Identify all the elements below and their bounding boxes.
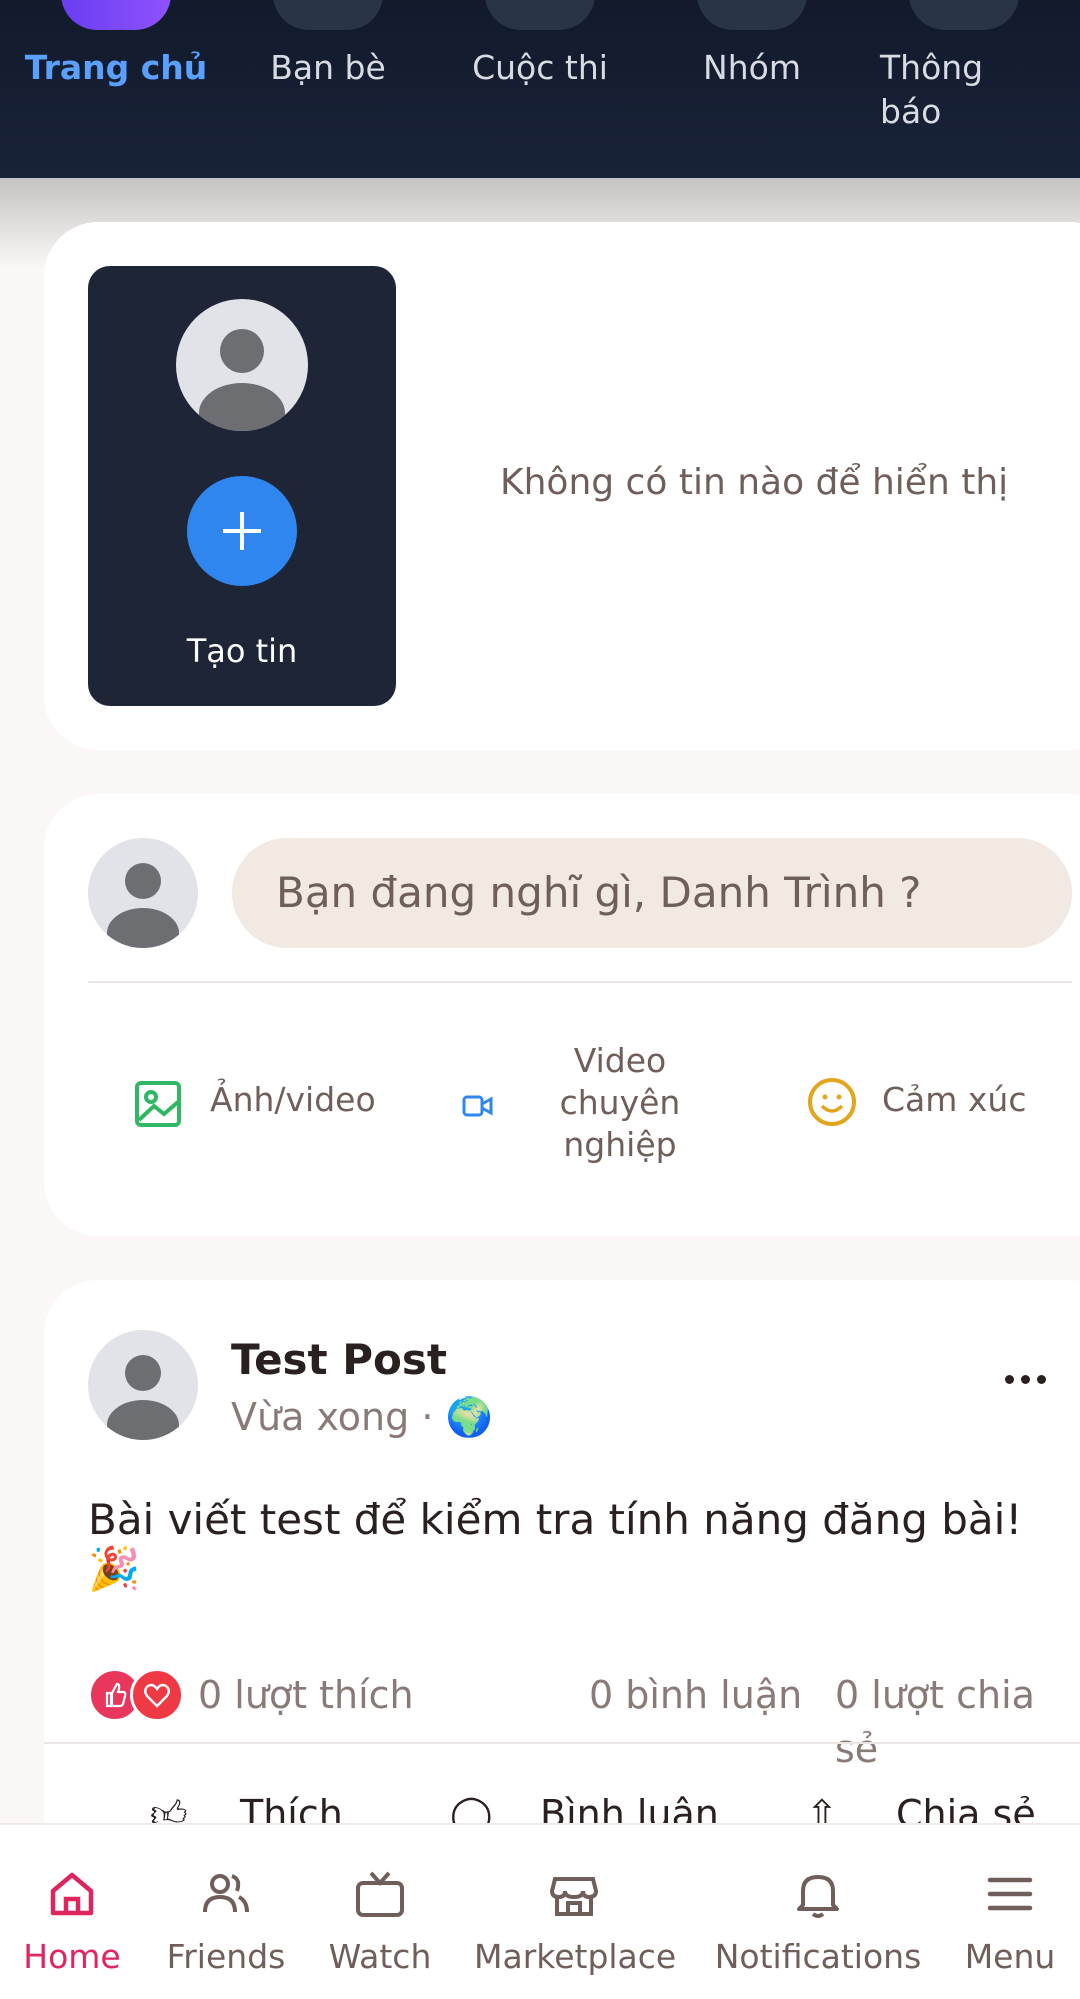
love-reaction-icon <box>130 1668 184 1722</box>
smiley-icon <box>808 1078 856 1126</box>
action-label: Ảnh/video <box>210 1080 376 1119</box>
meta-separator: · <box>421 1395 434 1439</box>
avatar[interactable] <box>88 838 198 948</box>
create-story-label: Tạo tin <box>186 632 298 670</box>
bottom-nav-marketplace[interactable]: Marketplace <box>474 1825 677 1999</box>
divider <box>88 981 1072 983</box>
like-count: 0 lượt thích <box>198 1673 414 1717</box>
divider <box>44 1742 1080 1744</box>
store-icon <box>549 1877 599 1916</box>
top-navigation: Trang chủ Bạn bè Cuộc thi Nhóm Thông báo <box>0 0 1080 178</box>
top-nav-label: Bạn bè <box>270 48 386 87</box>
hamburger-icon <box>987 1877 1033 1911</box>
tv-icon <box>356 1871 404 1917</box>
more-options-icon[interactable] <box>1005 1373 1055 1387</box>
bottom-nav-label: Watch <box>328 1937 432 1976</box>
reaction-summary[interactable] <box>88 1668 188 1722</box>
trophy-icon <box>485 0 595 30</box>
bottom-navigation: Home Friends Watch Marketplace Notificat… <box>0 1823 1080 1999</box>
comment-count[interactable]: 0 bình luận <box>589 1668 802 1722</box>
groups-icon <box>697 0 807 30</box>
top-nav-label: Cuộc thi <box>472 48 608 87</box>
pro-video-button[interactable]: Video chuyên nghiệp <box>460 1040 750 1170</box>
home-icon <box>61 0 171 30</box>
bottom-nav-menu[interactable]: Menu <box>950 1825 1070 1999</box>
bottom-nav-home[interactable]: Home <box>0 1825 144 1999</box>
avatar <box>176 299 308 431</box>
bottom-nav-label: Menu <box>964 1937 1056 1976</box>
bottom-nav-label: Friends <box>166 1937 286 1976</box>
top-nav-label: Nhóm <box>703 48 801 87</box>
post-meta: Vừa xong · 🌍 <box>231 1395 493 1440</box>
post-author[interactable]: Test Post <box>231 1335 447 1384</box>
post-time: Vừa xong <box>231 1395 410 1439</box>
bottom-nav-notifications[interactable]: Notifications <box>712 1825 924 1999</box>
home-icon <box>50 1872 94 1916</box>
bell-icon <box>909 0 1019 30</box>
post-body: Bài viết test để kiểm tra tính năng đăng… <box>88 1495 1023 1593</box>
empty-stories-text: Không có tin nào để hiển thị <box>500 462 1009 503</box>
bottom-nav-label: Notifications <box>714 1937 922 1976</box>
share-count[interactable]: 0 lượt chia sẻ <box>835 1668 1080 1776</box>
top-nav-label: Thông báo <box>880 48 984 131</box>
bottom-nav-label: Marketplace <box>474 1937 677 1976</box>
avatar[interactable] <box>88 1330 198 1440</box>
whats-on-your-mind-input[interactable]: Bạn đang nghĩ gì, Danh Trình ? <box>232 838 1072 948</box>
action-label: Video chuyên nghiệp <box>559 1041 681 1164</box>
plus-icon[interactable] <box>187 476 297 586</box>
bell-icon <box>797 1875 839 1918</box>
top-nav-label: Trang chủ <box>24 48 208 87</box>
bottom-nav-watch[interactable]: Watch <box>310 1825 450 1999</box>
bottom-nav-friends[interactable]: Friends <box>156 1825 296 1999</box>
action-label: Cảm xúc <box>882 1080 1027 1119</box>
globe-icon: 🌍 <box>445 1395 493 1439</box>
image-icon <box>135 1081 181 1127</box>
create-story-card[interactable]: Tạo tin <box>88 266 396 706</box>
friends-icon <box>203 1874 249 1913</box>
video-camera-icon <box>462 1095 493 1117</box>
bottom-nav-label: Home <box>23 1937 121 1976</box>
friends-icon <box>273 0 383 30</box>
